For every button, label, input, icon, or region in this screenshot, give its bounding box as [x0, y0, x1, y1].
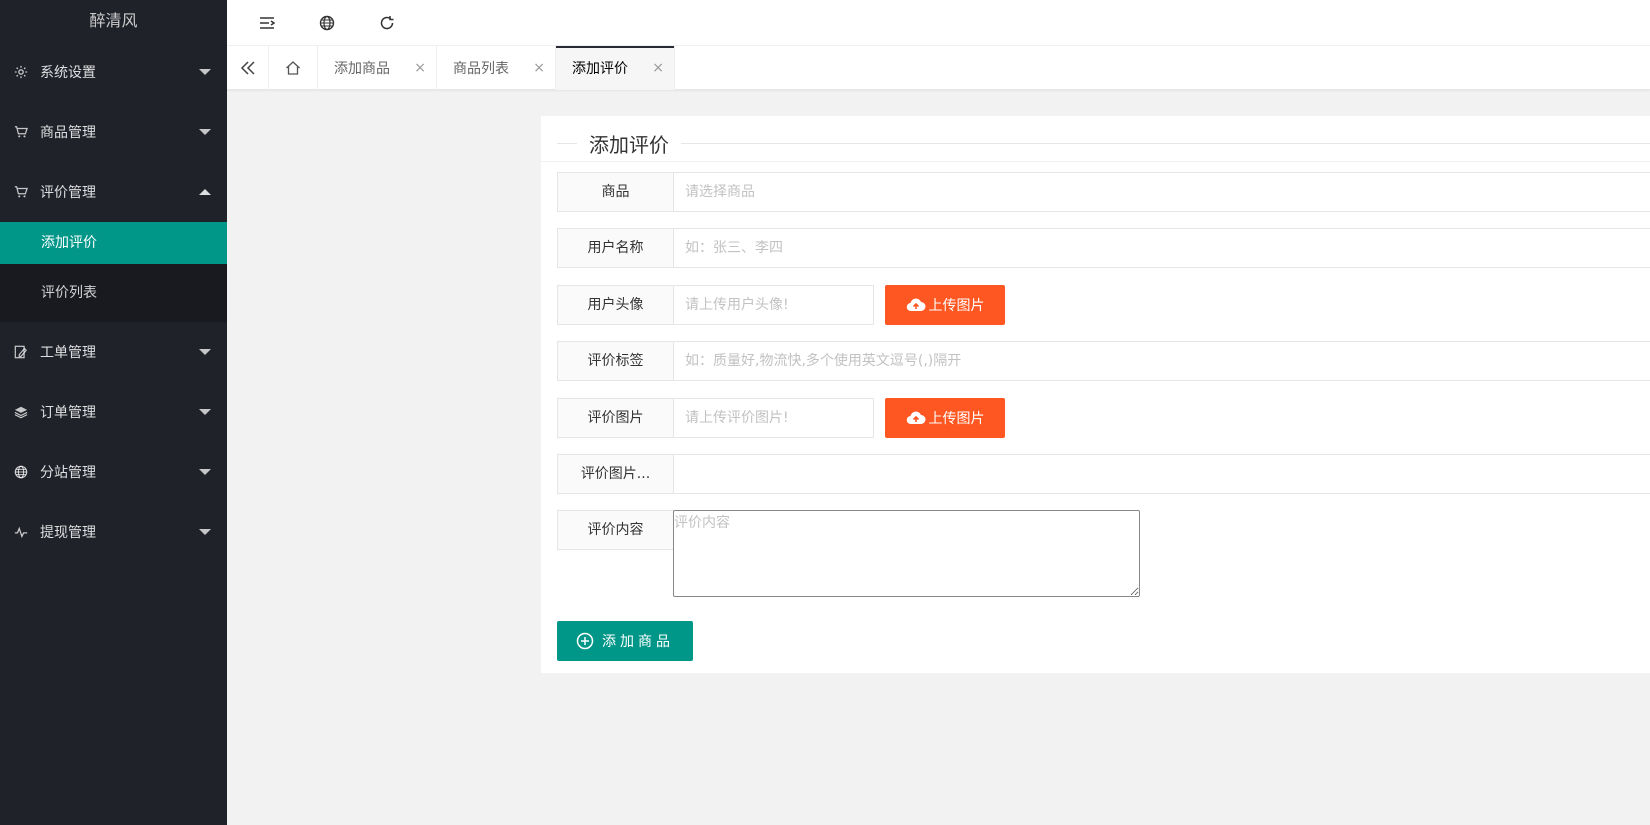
tab-bar: 添加商品 × 商品列表 × 添加评价 ×	[227, 46, 1650, 90]
app-logo: 醉清风	[89, 11, 138, 30]
username-label: 用户名称	[557, 228, 674, 268]
home-icon[interactable]	[269, 46, 318, 90]
avatar-input[interactable]	[673, 285, 874, 325]
edit-icon	[13, 344, 29, 360]
tab-label: 商品列表	[453, 61, 509, 77]
sidebar-item-products[interactable]: 商品管理	[0, 102, 227, 162]
caret-down-icon	[199, 349, 211, 355]
images-input[interactable]	[673, 398, 874, 438]
sidebar-item-reviews[interactable]: 评价管理	[0, 162, 227, 222]
sidebar-item-tickets[interactable]: 工单管理	[0, 322, 227, 382]
sidebar-item-substations[interactable]: 分站管理	[0, 442, 227, 502]
upload-images-label: 上传图片	[928, 411, 985, 427]
upload-avatar-button[interactable]: 上传图片	[885, 285, 1005, 325]
cloud-upload-icon	[906, 298, 925, 312]
upload-avatar-label: 上传图片	[928, 298, 985, 314]
sidebar-item-label: 系统设置	[40, 65, 96, 81]
sidebar-item-withdrawals[interactable]: 提现管理	[0, 502, 227, 562]
cart-icon	[13, 184, 29, 200]
avatar-label: 用户头像	[557, 285, 674, 325]
sidebar-subitem-add-review[interactable]: 添加评价	[0, 222, 227, 264]
form-legend: 添加评价	[557, 123, 1650, 163]
refresh-icon[interactable]	[375, 11, 399, 35]
sidebar-item-label: 评价管理	[40, 185, 96, 201]
cloud-upload-icon	[906, 411, 925, 425]
tab-product-list[interactable]: 商品列表 ×	[437, 46, 556, 90]
sidebar-item-label: 分站管理	[40, 465, 96, 481]
content-textarea[interactable]	[673, 510, 1140, 597]
sidebar: 醉清风 系统设置 商品管理 评价管理 添加评价 评价列表 工单管理 订单管理 分…	[0, 0, 227, 825]
double-left-icon[interactable]	[227, 46, 269, 90]
product-label: 商品	[557, 172, 674, 212]
close-icon[interactable]: ×	[533, 60, 545, 76]
divider	[541, 161, 1650, 162]
pulse-icon	[13, 524, 29, 540]
layers-icon	[13, 404, 29, 420]
top-header	[227, 0, 1650, 46]
tags-input[interactable]	[673, 341, 1650, 381]
tags-label: 评价标签	[557, 341, 674, 381]
images-extra-label: 评价图片...	[557, 454, 674, 494]
username-input[interactable]	[673, 228, 1650, 268]
cart-icon	[13, 124, 29, 140]
images-label: 评价图片	[557, 398, 674, 438]
tab-add-review[interactable]: 添加评价 ×	[556, 46, 675, 90]
caret-down-icon	[199, 69, 211, 75]
sidebar-item-label: 商品管理	[40, 125, 96, 141]
content-label: 评价内容	[557, 510, 674, 550]
add-review-card: 添加评价 商品 用户名称 用户头像 上传图片 评价标签 评价图片 上传图片 评价…	[541, 116, 1650, 673]
close-icon[interactable]: ×	[652, 60, 664, 76]
caret-up-icon	[199, 189, 211, 195]
sidebar-item-label: 提现管理	[40, 525, 96, 541]
gear-icon	[13, 64, 29, 80]
images-extra-input[interactable]	[673, 454, 1650, 494]
product-select[interactable]	[673, 172, 1650, 212]
legend-divider	[557, 142, 577, 144]
caret-down-icon	[199, 529, 211, 535]
submit-label: 添加商品	[602, 634, 674, 650]
submit-button[interactable]: 添加商品	[557, 621, 693, 661]
sidebar-item-orders[interactable]: 订单管理	[0, 382, 227, 442]
globe-icon[interactable]	[315, 11, 339, 35]
sidebar-item-system[interactable]: 系统设置	[0, 42, 227, 102]
caret-down-icon	[199, 409, 211, 415]
page-title: 添加评价	[589, 132, 669, 157]
legend-divider	[681, 142, 1650, 144]
upload-images-button[interactable]: 上传图片	[885, 398, 1005, 438]
sidebar-subitem-review-list[interactable]: 评价列表	[0, 264, 227, 322]
menu-fold-icon[interactable]	[255, 11, 279, 35]
caret-down-icon	[199, 469, 211, 475]
tab-label: 添加评价	[572, 61, 628, 77]
sidebar-item-label: 工单管理	[40, 345, 96, 361]
caret-down-icon	[199, 129, 211, 135]
sidebar-item-label: 订单管理	[40, 405, 96, 421]
plus-circle-icon	[576, 632, 594, 650]
tab-add-product[interactable]: 添加商品 ×	[318, 46, 437, 90]
globe-icon	[13, 464, 29, 480]
tab-label: 添加商品	[334, 61, 390, 77]
close-icon[interactable]: ×	[414, 60, 426, 76]
sidebar-submenu-reviews: 添加评价 评价列表	[0, 222, 227, 322]
